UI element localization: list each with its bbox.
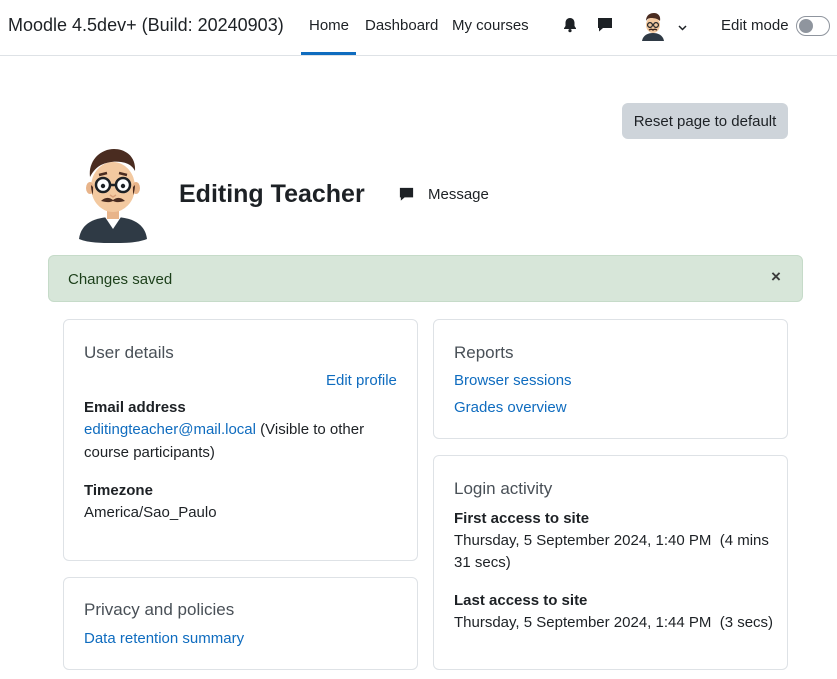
card-title: Reports xyxy=(454,343,514,362)
nav-active-indicator xyxy=(301,52,356,55)
email-visibility-note-2: course participants) xyxy=(84,444,215,461)
grades-overview-link[interactable]: Grades overview xyxy=(454,399,567,416)
top-navbar: Moodle 4.5dev+ (Build: 20240903) Home Da… xyxy=(0,0,837,56)
last-access-value: Thursday, 5 September 2024, 1:44 PM (3 s… xyxy=(454,614,774,631)
edit-profile-link[interactable]: Edit profile xyxy=(326,372,397,389)
timezone-label: Timezone xyxy=(84,482,153,499)
close-icon[interactable]: × xyxy=(769,268,783,285)
bell-icon[interactable] xyxy=(561,16,579,34)
message-button[interactable]: Message xyxy=(398,184,489,204)
login-activity-card: Login activity First access to site Thur… xyxy=(433,455,788,670)
first-access-label: First access to site xyxy=(454,510,590,527)
card-title: Privacy and policies xyxy=(84,600,235,619)
privacy-card: Privacy and policies Data retention summ… xyxy=(63,577,418,670)
user-details-card: User details Edit profile Email address … xyxy=(63,319,418,561)
timezone-value: America/Sao_Paulo xyxy=(84,504,217,521)
email-label: Email address xyxy=(84,399,186,416)
nav-my-courses[interactable]: My courses xyxy=(452,17,529,34)
message-label: Message xyxy=(428,185,489,203)
email-row: editingteacher@mail.local (Visible to ot… xyxy=(84,421,364,438)
chat-icon[interactable] xyxy=(596,16,614,34)
profile-avatar xyxy=(77,143,149,243)
first-access-value: Thursday, 5 September 2024, 1:40 PM (4 m… xyxy=(454,532,769,549)
email-link[interactable]: editingteacher@mail.local xyxy=(84,421,256,438)
data-retention-link[interactable]: Data retention summary xyxy=(84,630,244,647)
nav-home[interactable]: Home xyxy=(309,17,349,34)
reset-page-button[interactable]: Reset page to default xyxy=(622,103,788,139)
chat-icon xyxy=(399,187,414,201)
alert-message: Changes saved xyxy=(68,271,173,288)
card-title: Login activity xyxy=(454,479,553,498)
toggle-knob xyxy=(799,19,813,33)
profile-name: Editing Teacher xyxy=(179,180,365,208)
email-visibility-note: (Visible to other xyxy=(255,421,365,438)
card-title: User details xyxy=(84,343,174,362)
reports-card: Reports Browser sessions Grades overview xyxy=(433,319,788,439)
edit-mode-label: Edit mode xyxy=(721,17,789,34)
nav-dashboard[interactable]: Dashboard xyxy=(365,17,438,34)
edit-mode-toggle[interactable] xyxy=(796,16,830,36)
browser-sessions-link[interactable]: Browser sessions xyxy=(454,372,572,389)
site-name[interactable]: Moodle 4.5dev+ (Build: 20240903) xyxy=(8,15,284,36)
last-access-label: Last access to site xyxy=(454,592,588,609)
success-alert: Changes saved × xyxy=(48,255,803,302)
first-access-value-2: 31 secs) xyxy=(454,554,511,571)
chevron-down-icon[interactable] xyxy=(677,20,688,31)
user-avatar[interactable] xyxy=(638,9,668,43)
